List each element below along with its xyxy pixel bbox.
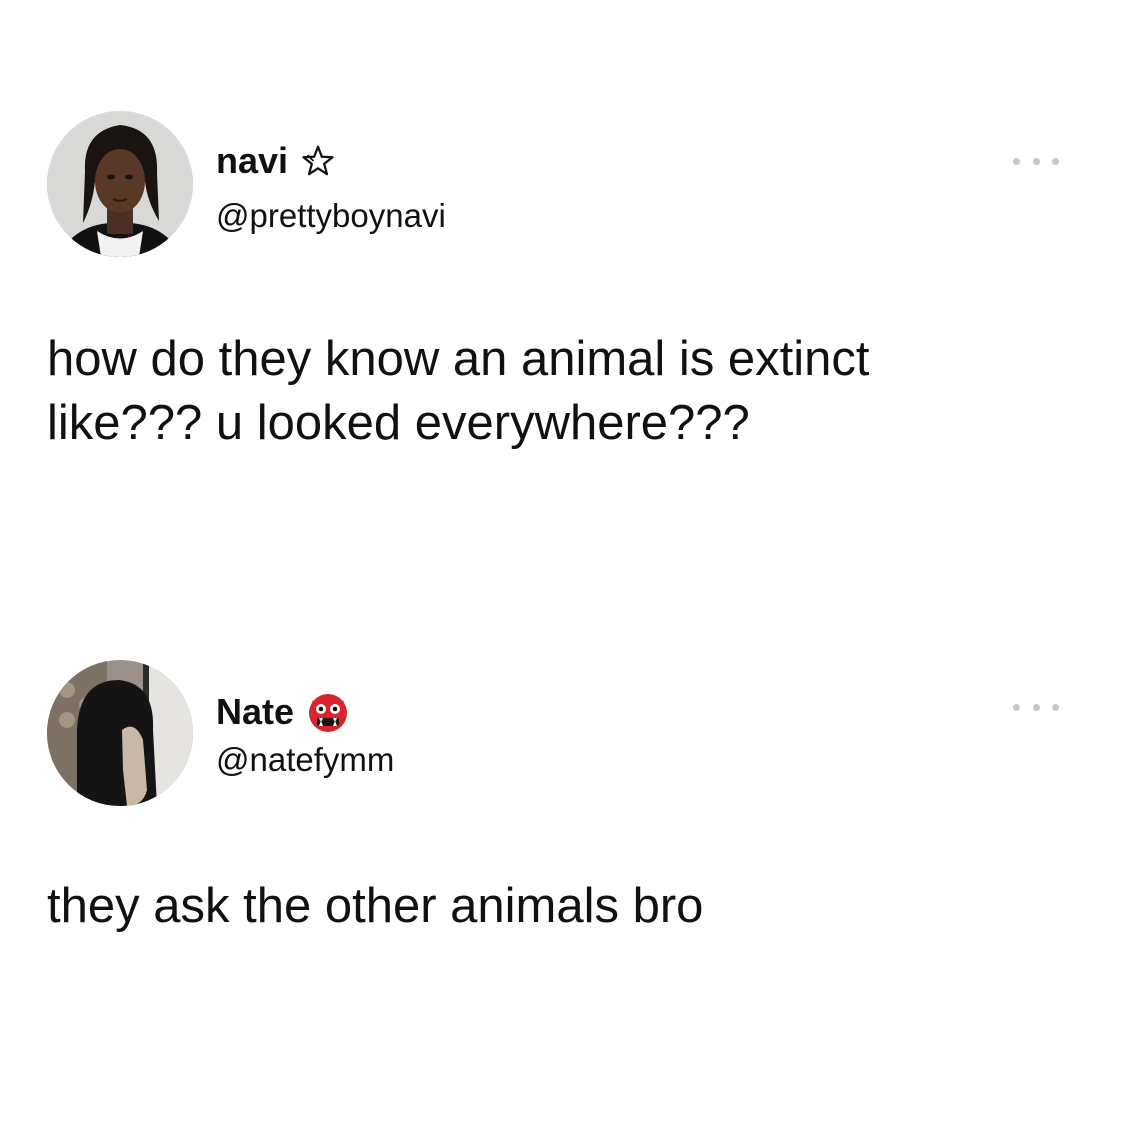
- more-options-icon[interactable]: [1013, 700, 1059, 714]
- menu-dot: [1052, 157, 1059, 165]
- star-outline-icon: [300, 143, 336, 179]
- menu-dot: [1032, 157, 1040, 165]
- ogre-emoji-icon: [306, 690, 350, 734]
- menu-dot: [1013, 703, 1020, 711]
- more-options-icon[interactable]: [1013, 154, 1059, 168]
- avatar-nate-image: [47, 660, 193, 806]
- display-name[interactable]: navi: [216, 141, 336, 181]
- tweet-text: how do they know an animal is extinct li…: [47, 332, 870, 450]
- display-name[interactable]: Nate: [216, 690, 350, 734]
- handle[interactable]: @natefymm: [216, 740, 394, 780]
- menu-dot: [1013, 157, 1020, 165]
- menu-dot: [1052, 703, 1059, 711]
- handle[interactable]: @prettyboynavi: [216, 196, 446, 236]
- avatar-nate[interactable]: [47, 660, 193, 806]
- menu-dot: [1032, 703, 1040, 711]
- avatar-navi-image: [47, 111, 193, 257]
- display-name-text: navi: [216, 140, 289, 181]
- display-name-text: Nate: [216, 691, 295, 732]
- tweet-text: they ask the other animals bro: [47, 879, 704, 933]
- avatar-navi[interactable]: [47, 111, 193, 257]
